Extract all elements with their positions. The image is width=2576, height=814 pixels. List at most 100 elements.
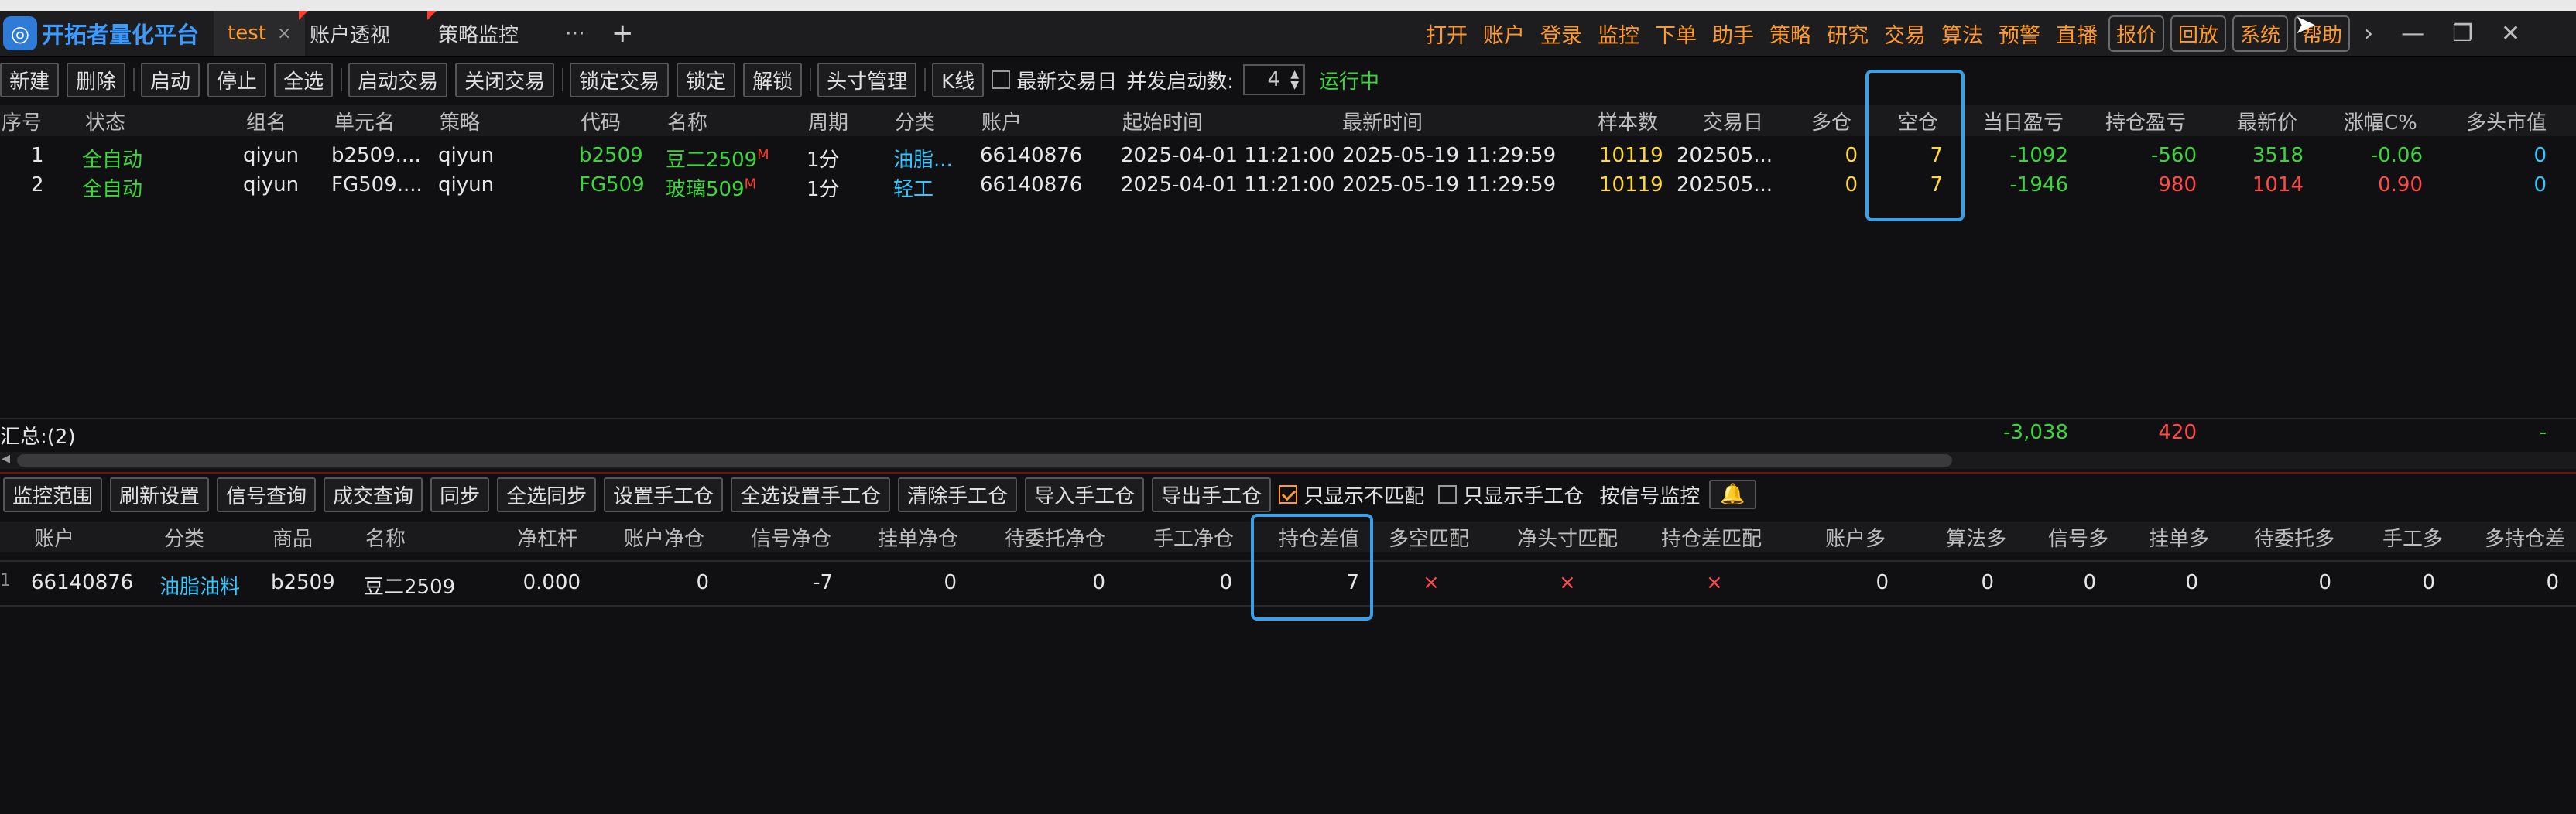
col-header[interactable]: 账户 [981, 107, 1022, 135]
col-header[interactable]: 多空匹配 [1389, 523, 1469, 552]
col-header[interactable]: 待委托多 [2254, 523, 2334, 552]
select-all-button[interactable]: 全选 [274, 62, 334, 97]
table-row[interactable]: 2 全自动 qiyun FG509.... qiyun FG509 玻璃509M… [0, 173, 2576, 203]
menu-account[interactable]: 账户 [1483, 19, 1525, 49]
menu-login[interactable]: 登录 [1540, 19, 1582, 49]
lock-button[interactable]: 锁定 [677, 62, 736, 97]
panel-divider[interactable] [0, 472, 2576, 474]
col-header[interactable]: 分类 [895, 107, 935, 135]
col-header[interactable]: 挂单净仓 [878, 523, 958, 552]
close-window-icon[interactable]: ✕ [2501, 20, 2520, 47]
only-mismatch-checkbox[interactable] [1279, 485, 1298, 504]
tab-strategy-monitor[interactable]: 策略监控 [424, 11, 533, 56]
col-header[interactable]: 状态 [85, 107, 125, 135]
menu-order[interactable]: 下单 [1655, 19, 1697, 49]
bell-icon[interactable]: 🔔 [1709, 480, 1756, 509]
add-tab-icon[interactable]: + [598, 11, 648, 56]
col-header[interactable]: 分类 [164, 523, 204, 552]
col-header[interactable]: 持仓差匹配 [1661, 523, 1762, 552]
menu-research[interactable]: 研究 [1827, 19, 1869, 49]
quote-button[interactable]: 报价 [2108, 15, 2165, 52]
col-header[interactable]: 手工净仓 [1153, 523, 1234, 552]
chevron-right-icon[interactable]: › [2364, 20, 2373, 47]
col-header[interactable]: 序号 [2, 107, 42, 135]
set-all-manual-position-button[interactable]: 全选设置手工仓 [731, 477, 891, 512]
menu-live[interactable]: 直播 [2056, 19, 2098, 49]
col-header[interactable]: 多持仓差 [2485, 523, 2565, 552]
close-icon[interactable]: × [277, 24, 291, 43]
signal-query-button[interactable]: 信号查询 [217, 477, 317, 512]
sync-all-button[interactable]: 全选同步 [497, 477, 597, 512]
col-header[interactable]: 名称 [365, 523, 406, 552]
col-header[interactable]: 账户 [34, 523, 74, 552]
horizontal-scrollbar[interactable]: ◂ [0, 449, 2576, 469]
col-header[interactable]: 账户多 [1825, 523, 1886, 552]
new-button[interactable]: 新建 [0, 62, 60, 97]
scroll-left-icon[interactable]: ◂ [2, 449, 10, 468]
stepper-arrows-icon[interactable]: ▲ ▼ [1290, 69, 1299, 91]
col-header[interactable]: 持仓盈亏 [2105, 107, 2186, 135]
start-button[interactable]: 启动 [141, 62, 200, 97]
menu-assistant[interactable]: 助手 [1712, 19, 1754, 49]
col-header[interactable]: 名称 [667, 107, 707, 135]
more-tabs-icon[interactable]: ⋯ [551, 11, 599, 56]
export-manual-position-button[interactable]: 导出手工仓 [1152, 477, 1272, 512]
clear-manual-position-button[interactable]: 清除手工仓 [898, 477, 1018, 512]
col-header[interactable]: 手工多 [2382, 523, 2443, 552]
delete-button[interactable]: 删除 [67, 62, 126, 97]
start-trading-button[interactable]: 启动交易 [348, 62, 448, 97]
deal-query-button[interactable]: 成交查询 [324, 477, 423, 512]
minimize-icon[interactable]: — [2401, 20, 2424, 47]
menu-alert[interactable]: 预警 [1999, 19, 2040, 49]
table-row[interactable]: 1 全自动 qiyun b2509.... qiyun b2509 豆二2509… [0, 144, 2576, 173]
col-header[interactable]: 净头寸匹配 [1517, 523, 1618, 552]
scrollbar-thumb[interactable] [17, 454, 1952, 467]
menu-algorithm[interactable]: 算法 [1941, 19, 1983, 49]
col-header[interactable]: 信号多 [2048, 523, 2108, 552]
menu-open[interactable]: 打开 [1426, 19, 1468, 49]
latest-trading-day-checkbox[interactable] [992, 70, 1011, 89]
refresh-settings-button[interactable]: 刷新设置 [110, 477, 210, 512]
menu-trade[interactable]: 交易 [1884, 19, 1926, 49]
col-header[interactable]: 单元名 [334, 107, 395, 135]
stop-button[interactable]: 停止 [207, 62, 267, 97]
col-header[interactable]: 最新时间 [1342, 107, 1423, 135]
col-header[interactable]: 算法多 [1946, 523, 2006, 552]
col-header[interactable]: 起始时间 [1122, 107, 1203, 135]
position-manage-button[interactable]: 头寸管理 [817, 62, 917, 97]
col-header[interactable]: 周期 [808, 107, 848, 135]
col-header[interactable]: 样本数 [1598, 107, 1658, 135]
col-header[interactable]: 当日盈亏 [1983, 107, 2064, 135]
lock-trading-button[interactable]: 锁定交易 [570, 62, 670, 97]
sync-button[interactable]: 同步 [430, 477, 490, 512]
col-header[interactable]: 涨幅C% [2344, 107, 2417, 135]
only-manual-checkbox[interactable] [1438, 485, 1458, 504]
stop-trading-button[interactable]: 关闭交易 [455, 62, 555, 97]
col-header[interactable]: 最新价 [2237, 107, 2297, 135]
menu-strategy[interactable]: 策略 [1769, 19, 1811, 49]
col-header[interactable]: 多头市值 [2466, 107, 2547, 135]
col-header[interactable]: 挂单多 [2149, 523, 2209, 552]
col-header[interactable]: 策略 [440, 107, 480, 135]
replay-button[interactable]: 回放 [2170, 15, 2227, 52]
col-header[interactable]: 账户净仓 [624, 523, 704, 552]
concurrency-stepper[interactable]: 4 ▲ ▼ [1243, 64, 1306, 95]
unlock-button[interactable]: 解锁 [743, 62, 803, 97]
col-header[interactable]: 交易日 [1703, 107, 1763, 135]
system-button[interactable]: 系统 [2232, 15, 2289, 52]
kline-button[interactable]: K线 [932, 62, 985, 97]
col-header[interactable]: 组名 [246, 107, 286, 135]
col-header[interactable]: 净杠杆 [517, 523, 577, 552]
col-header[interactable]: 多仓 [1811, 107, 1852, 135]
col-header[interactable]: 信号净仓 [751, 523, 831, 552]
tab-test[interactable]: test × [214, 11, 306, 56]
restore-icon[interactable]: ❐ [2452, 20, 2473, 47]
set-manual-position-button[interactable]: 设置手工仓 [604, 477, 724, 512]
tab-account-view[interactable]: 账户透视 [296, 11, 404, 56]
import-manual-position-button[interactable]: 导入手工仓 [1025, 477, 1145, 512]
col-header[interactable]: 商品 [272, 523, 313, 552]
col-header[interactable]: 待委托净仓 [1005, 523, 1105, 552]
menu-monitor[interactable]: 监控 [1598, 19, 1639, 49]
monitor-scope-button[interactable]: 监控范围 [3, 477, 103, 512]
col-header[interactable]: 代码 [581, 107, 621, 135]
